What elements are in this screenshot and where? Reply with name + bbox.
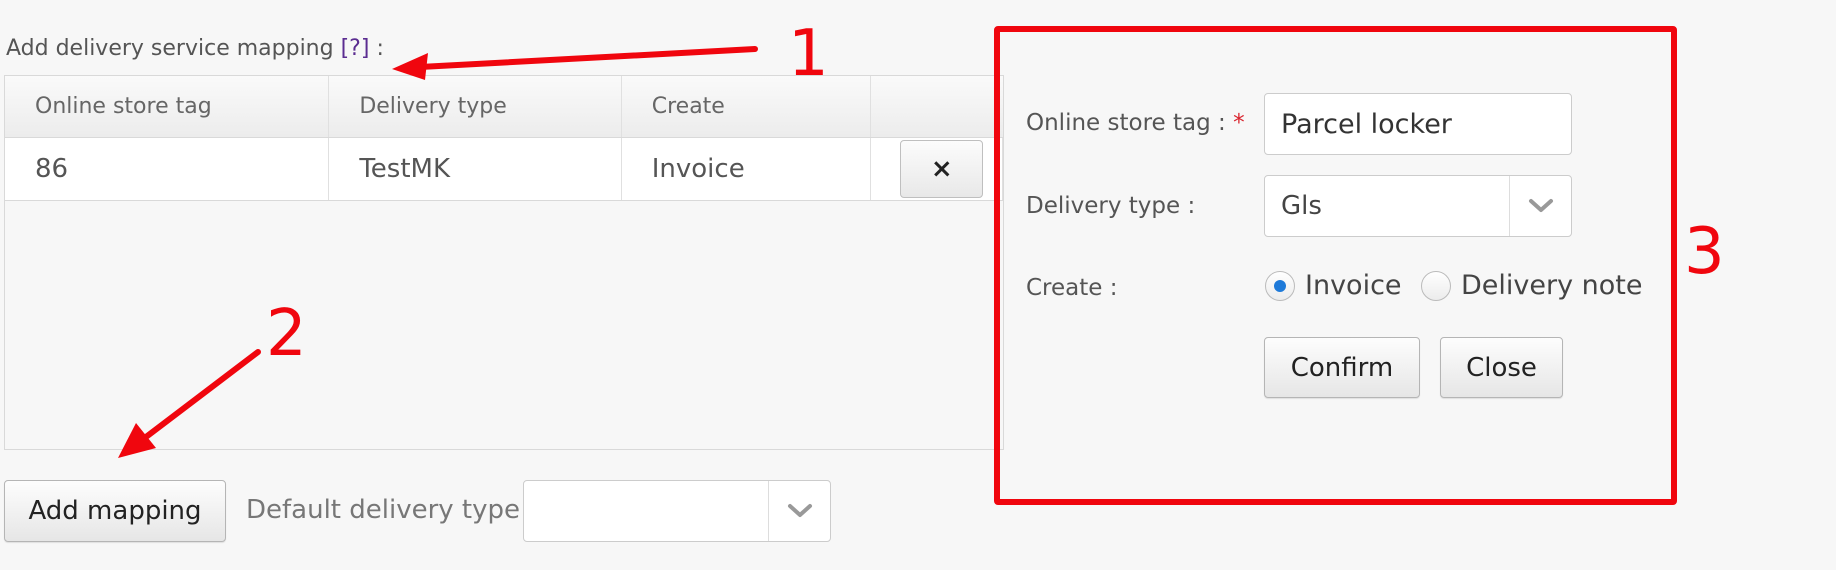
annotation-arrow-2	[139, 349, 261, 443]
annotation-arrows	[118, 46, 758, 458]
annotation-arrowhead-1	[392, 53, 428, 80]
annotation-arrowhead-2	[118, 423, 156, 458]
annotation-label-1: 1	[788, 17, 829, 91]
annotation-arrow-1	[417, 46, 758, 70]
annotation-label-2: 2	[266, 297, 307, 371]
annotation-label-3: 3	[1684, 215, 1725, 289]
